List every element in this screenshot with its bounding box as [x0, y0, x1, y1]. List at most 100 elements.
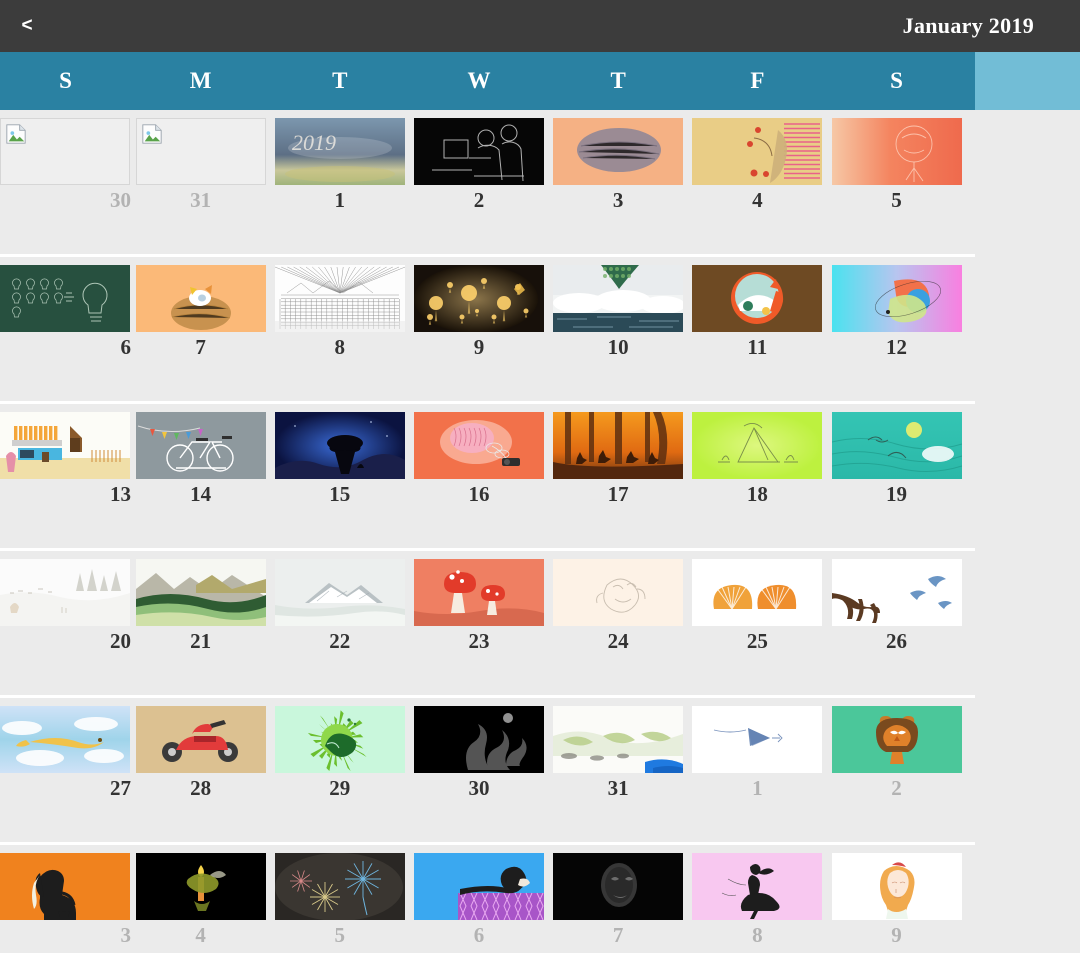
day-thumbnail[interactable]	[831, 118, 962, 185]
day-thumbnail[interactable]	[135, 706, 266, 773]
day-thumbnail[interactable]	[135, 265, 266, 332]
day-number: 19	[886, 482, 908, 506]
day-thumbnail[interactable]	[692, 118, 823, 185]
day-cell-2[interactable]: 2	[409, 110, 548, 254]
day-thumbnail[interactable]	[274, 412, 405, 479]
back-button[interactable]: <	[0, 0, 54, 52]
day-thumbnail[interactable]	[553, 118, 684, 185]
day-cell-9[interactable]: 9	[409, 257, 548, 401]
day-cell-5[interactable]: 5	[827, 110, 966, 254]
weekday-label-4: T	[610, 68, 626, 93]
weekday-label-1: M	[189, 68, 212, 93]
day-thumbnail[interactable]	[553, 559, 684, 626]
day-cell-25[interactable]: 25	[688, 551, 827, 695]
day-thumbnail[interactable]	[274, 853, 405, 920]
day-thumbnail[interactable]	[413, 853, 544, 920]
day-cell-15[interactable]: 15	[270, 404, 409, 548]
day-thumbnail[interactable]	[274, 559, 405, 626]
day-thumbnail[interactable]	[692, 412, 823, 479]
day-cell-14[interactable]: 14	[131, 404, 270, 548]
day-cell-1[interactable]: 2019 1	[270, 110, 409, 254]
day-cell-30[interactable]: 30	[409, 698, 548, 842]
day-thumbnail[interactable]	[413, 265, 544, 332]
day-thumbnail[interactable]	[0, 412, 130, 479]
day-thumbnail[interactable]	[553, 706, 684, 773]
day-cell-4[interactable]: 4	[688, 110, 827, 254]
day-cell-3[interactable]: 3	[0, 845, 131, 953]
day-cell-6[interactable]: 6	[409, 845, 548, 953]
day-cell-6[interactable]: 6	[0, 257, 131, 401]
day-thumbnail[interactable]	[553, 412, 684, 479]
day-cell-30[interactable]: 30	[0, 110, 131, 254]
day-thumbnail[interactable]	[413, 412, 544, 479]
day-cell-17[interactable]: 17	[549, 404, 688, 548]
day-thumbnail[interactable]	[135, 853, 266, 920]
day-cell-11[interactable]: 11	[688, 257, 827, 401]
day-thumbnail[interactable]	[135, 412, 266, 479]
day-cell-8[interactable]: 8	[270, 257, 409, 401]
day-thumbnail[interactable]	[831, 706, 962, 773]
day-cell-28[interactable]: 28	[131, 698, 270, 842]
day-thumbnail[interactable]	[831, 559, 962, 626]
day-thumbnail[interactable]	[0, 706, 130, 773]
day-number: 1	[334, 188, 346, 212]
day-cell-9[interactable]: 9	[827, 845, 966, 953]
day-cell-7[interactable]: 7	[131, 257, 270, 401]
day-cell-22[interactable]: 22	[270, 551, 409, 695]
day-cell-13[interactable]: 13	[0, 404, 131, 548]
day-cell-4[interactable]: 4	[131, 845, 270, 953]
day-thumbnail[interactable]	[553, 265, 684, 332]
day-thumbnail[interactable]	[692, 853, 823, 920]
day-thumbnail[interactable]	[274, 265, 405, 332]
day-cell-21[interactable]: 21	[131, 551, 270, 695]
day-cell-26[interactable]: 26	[827, 551, 966, 695]
day-thumbnail[interactable]	[0, 559, 130, 626]
day-number: 25	[746, 629, 768, 653]
day-cell-31[interactable]: 31	[131, 110, 270, 254]
day-cell-8[interactable]: 8	[688, 845, 827, 953]
day-number: 10	[607, 335, 629, 359]
broken-image-placeholder[interactable]	[135, 118, 266, 185]
broken-image-placeholder[interactable]	[0, 118, 130, 185]
day-cell-18[interactable]: 18	[688, 404, 827, 548]
day-cell-7[interactable]: 7	[549, 845, 688, 953]
day-number: 4	[195, 923, 206, 947]
app-bar: < January 2019	[0, 0, 1080, 52]
day-thumbnail[interactable]	[831, 412, 962, 479]
day-thumbnail[interactable]	[0, 853, 130, 920]
day-cell-20[interactable]: 20	[0, 551, 131, 695]
day-cell-27[interactable]: 27	[0, 698, 131, 842]
day-cell-2[interactable]: 2	[827, 698, 966, 842]
day-cell-1[interactable]: 1	[688, 698, 827, 842]
day-cell-16[interactable]: 16	[409, 404, 548, 548]
day-cell-3[interactable]: 3	[549, 110, 688, 254]
day-thumbnail[interactable]	[413, 559, 544, 626]
day-number: 7	[612, 923, 624, 947]
broken-image-icon	[141, 124, 162, 144]
day-number: 17	[607, 482, 629, 506]
day-thumbnail[interactable]	[413, 118, 544, 185]
day-thumbnail[interactable]	[413, 706, 544, 773]
calendar-week-row: 27 28 29 30 31 1 2	[0, 698, 975, 845]
day-cell-31[interactable]: 31	[549, 698, 688, 842]
day-thumbnail[interactable]	[692, 559, 823, 626]
day-cell-23[interactable]: 23	[409, 551, 548, 695]
day-thumbnail[interactable]	[553, 853, 684, 920]
day-cell-5[interactable]: 5	[270, 845, 409, 953]
day-thumbnail[interactable]	[831, 853, 962, 920]
day-thumbnail[interactable]: 2019	[274, 118, 405, 185]
day-thumbnail[interactable]	[135, 559, 266, 626]
day-cell-24[interactable]: 24	[549, 551, 688, 695]
day-number: 18	[746, 482, 768, 506]
day-thumbnail[interactable]	[0, 265, 130, 332]
day-cell-12[interactable]: 12	[827, 257, 966, 401]
day-cell-29[interactable]: 29	[270, 698, 409, 842]
day-thumbnail[interactable]	[831, 265, 962, 332]
day-cell-10[interactable]: 10	[549, 257, 688, 401]
day-thumbnail[interactable]	[274, 706, 405, 773]
broken-image-icon	[6, 124, 26, 144]
day-cell-19[interactable]: 19	[827, 404, 966, 548]
day-thumbnail[interactable]	[692, 265, 823, 332]
day-thumbnail[interactable]	[692, 706, 823, 773]
weekday-label-0: S	[59, 68, 72, 93]
